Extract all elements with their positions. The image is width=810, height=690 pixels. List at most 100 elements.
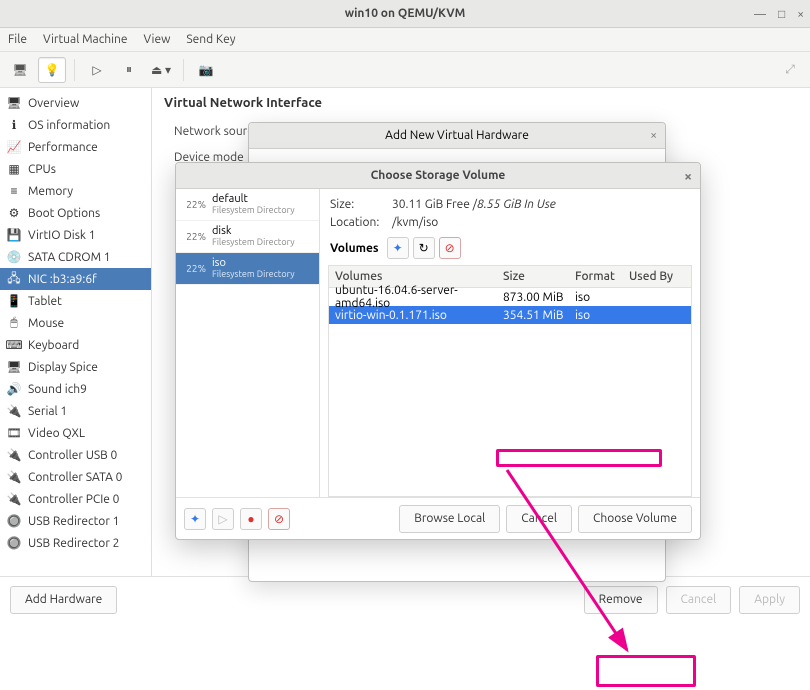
sidebar-item[interactable]: 💿 SATA CDROM 1 bbox=[0, 246, 151, 268]
device-icon: 🔊 bbox=[6, 381, 22, 397]
sidebar-item[interactable]: 🔘USB Redirector 1 bbox=[0, 510, 151, 532]
choose-volume-button[interactable]: Choose Volume bbox=[578, 505, 692, 533]
dialog-choose-volume: Choose Storage Volume × 22%defaultFilesy… bbox=[175, 162, 701, 540]
snapshots-button[interactable]: 📷 bbox=[192, 57, 220, 83]
device-icon: 🔌 bbox=[6, 403, 22, 419]
sidebar-item[interactable]: 🔊Sound ich9 bbox=[0, 378, 151, 400]
menubar: File Virtual Machine View Send Key bbox=[0, 28, 810, 52]
dialog-volume-close-icon[interactable]: × bbox=[684, 168, 692, 184]
sidebar-item[interactable]: ⚙Boot Options bbox=[0, 202, 151, 224]
menu-virtual-machine[interactable]: Virtual Machine bbox=[43, 33, 128, 46]
add-volume-button[interactable]: ✦ bbox=[387, 237, 409, 259]
location-value: /kvm/iso bbox=[392, 216, 438, 229]
sidebar-item-label: Controller PCIe 0 bbox=[28, 493, 119, 506]
device-icon: 🔘 bbox=[6, 513, 22, 529]
sidebar-item[interactable]: 🔌Controller SATA 0 bbox=[0, 466, 151, 488]
pool-usage: 22% bbox=[182, 231, 206, 242]
sidebar-item-label: Mouse bbox=[28, 317, 64, 330]
volume-row[interactable]: ubuntu-16.04.6-server-amd64.iso873.00 Mi… bbox=[329, 288, 691, 306]
device-icon: 🔌 bbox=[6, 491, 22, 507]
sidebar-item-label: Keyboard bbox=[28, 339, 79, 352]
menu-file[interactable]: File bbox=[8, 33, 27, 46]
details-button[interactable]: 💡 bbox=[38, 57, 66, 83]
device-icon: 🎞 bbox=[6, 425, 22, 441]
sidebar-item-label: Controller SATA 0 bbox=[28, 471, 122, 484]
pool-item[interactable]: 22% diskFilesystem Directory bbox=[176, 221, 319, 253]
dialog-add-close-icon[interactable]: × bbox=[650, 129, 657, 142]
pool-name: diskFilesystem Directory bbox=[212, 226, 295, 247]
start-pool-button[interactable]: ▷ bbox=[212, 508, 234, 530]
vol-name: ubuntu-16.04.6-server-amd64.iso bbox=[335, 284, 503, 310]
sidebar-item[interactable]: ℹOS information bbox=[0, 114, 151, 136]
sidebar-item-label: SATA CDROM 1 bbox=[28, 251, 111, 264]
sidebar-item[interactable]: 🔌 Serial 1 bbox=[0, 400, 151, 422]
location-label: Location: bbox=[330, 216, 392, 229]
console-button[interactable]: 🖥 bbox=[6, 57, 34, 83]
col-format[interactable]: Format bbox=[575, 270, 629, 283]
apply-button[interactable]: Apply bbox=[739, 586, 800, 614]
col-volumes[interactable]: Volumes bbox=[335, 270, 503, 283]
device-icon: ≡ bbox=[6, 183, 22, 199]
refresh-volume-button[interactable]: ↻ bbox=[413, 237, 435, 259]
sidebar-item[interactable]: 🔘USB Redirector 2 bbox=[0, 532, 151, 554]
sidebar-item[interactable]: 🖧NIC :b3:a9:6f bbox=[0, 268, 151, 290]
dialog-volume-title: Choose Storage Volume bbox=[371, 169, 506, 182]
minimize-icon[interactable]: — bbox=[754, 8, 766, 21]
sidebar-item[interactable]: 🖥Overview bbox=[0, 92, 151, 114]
sidebar-item[interactable]: ≡Memory bbox=[0, 180, 151, 202]
col-usedby[interactable]: Used By bbox=[629, 270, 685, 283]
dialog-add-title: Add New Virtual Hardware bbox=[385, 129, 529, 142]
vol-name: virtio-win-0.1.171.iso bbox=[335, 309, 503, 322]
pool-item[interactable]: 22%defaultFilesystem Directory bbox=[176, 189, 319, 221]
sidebar-item[interactable]: 📱Tablet bbox=[0, 290, 151, 312]
size-free: 30.11 GiB Free / bbox=[392, 198, 477, 211]
pool-item[interactable]: 22%isoFilesystem Directory bbox=[176, 253, 319, 285]
sidebar-item-label: Video QXL bbox=[28, 427, 85, 440]
col-size[interactable]: Size bbox=[503, 270, 575, 283]
pool-list: 22%defaultFilesystem Directory 22% diskFil… bbox=[176, 189, 320, 497]
sidebar-item[interactable]: 🔌Controller USB 0 bbox=[0, 444, 151, 466]
vol-format: iso bbox=[575, 309, 629, 322]
run-button[interactable]: ▷ bbox=[83, 57, 111, 83]
menu-view[interactable]: View bbox=[144, 33, 171, 46]
sidebar-item[interactable]: 🖥 Display Spice bbox=[0, 356, 151, 378]
sidebar-item[interactable]: 🎞 Video QXL bbox=[0, 422, 151, 444]
device-icon: 🖧 bbox=[6, 271, 22, 287]
sidebar-item[interactable]: 💾VirtIO Disk 1 bbox=[0, 224, 151, 246]
device-icon: 🔘 bbox=[6, 535, 22, 551]
sidebar-item-label: Controller USB 0 bbox=[28, 449, 117, 462]
delete-volume-button[interactable]: ⊘ bbox=[439, 237, 461, 259]
device-icon: 🖥 bbox=[6, 359, 22, 375]
remove-button[interactable]: Remove bbox=[584, 586, 658, 614]
sidebar-item-label: Serial 1 bbox=[28, 405, 67, 418]
add-pool-button[interactable]: ✦ bbox=[184, 508, 206, 530]
delete-pool-button[interactable]: ⊘ bbox=[268, 508, 290, 530]
sidebar-item[interactable]: ▦CPUs bbox=[0, 158, 151, 180]
sidebar-item-label: Boot Options bbox=[28, 207, 100, 220]
size-used: 8.55 GiB In Use bbox=[477, 198, 556, 211]
device-icon: ▦ bbox=[6, 161, 22, 177]
close-icon[interactable]: × bbox=[797, 8, 804, 21]
fullscreen-button[interactable]: ⤢ bbox=[776, 57, 804, 83]
stop-pool-button[interactable]: ● bbox=[240, 508, 262, 530]
maximize-icon[interactable]: □ bbox=[778, 7, 785, 21]
pause-button[interactable]: ⏸ bbox=[115, 57, 143, 83]
device-icon: 💿 bbox=[6, 249, 22, 265]
shutdown-button[interactable]: ⏏ ▾ bbox=[147, 57, 175, 83]
sidebar-item-label: Performance bbox=[28, 141, 98, 154]
sidebar-item-label: Display Spice bbox=[28, 361, 98, 374]
menu-send-key[interactable]: Send Key bbox=[186, 33, 235, 46]
sidebar-item-label: VirtIO Disk 1 bbox=[28, 229, 96, 242]
sidebar-item[interactable]: 🖱Mouse bbox=[0, 312, 151, 334]
device-icon: 📱 bbox=[6, 293, 22, 309]
sidebar-item[interactable]: ⌨Keyboard bbox=[0, 334, 151, 356]
device-icon: ℹ bbox=[6, 117, 22, 133]
add-hardware-button[interactable]: Add Hardware bbox=[10, 586, 117, 614]
device-icon: 📈 bbox=[6, 139, 22, 155]
cancel-volume-button[interactable]: Cancel bbox=[506, 505, 572, 533]
sidebar-item[interactable]: 📈 Performance bbox=[0, 136, 151, 158]
browse-local-button[interactable]: Browse Local bbox=[399, 505, 500, 533]
cancel-button[interactable]: Cancel bbox=[666, 586, 732, 614]
sidebar-item[interactable]: 🔌 Controller PCIe 0 bbox=[0, 488, 151, 510]
volume-row[interactable]: virtio-win-0.1.171.iso354.51 MiBiso bbox=[329, 306, 691, 324]
